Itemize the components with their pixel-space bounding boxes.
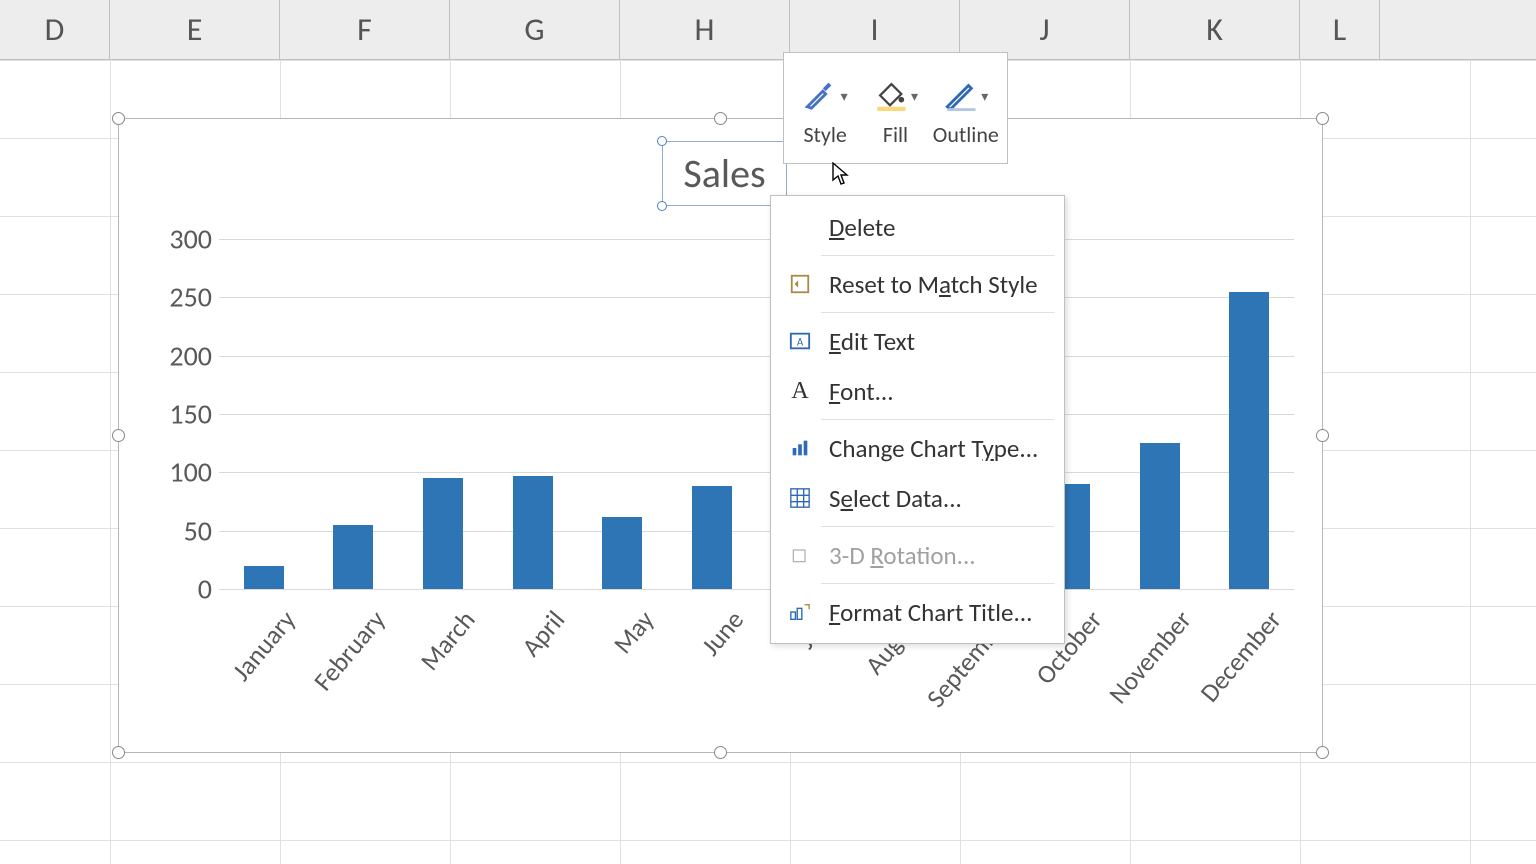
cube-icon — [785, 540, 815, 570]
style-label: Style — [803, 121, 846, 148]
column-header[interactable]: E — [110, 0, 280, 59]
chart-gridline — [219, 589, 1294, 590]
resize-handle[interactable] — [714, 112, 727, 125]
x-tick-label: November — [1102, 604, 1198, 710]
resize-handle[interactable] — [112, 746, 125, 759]
chevron-down-icon: ▾ — [841, 88, 848, 105]
column-header[interactable]: K — [1130, 0, 1300, 59]
pen-icon — [943, 77, 977, 117]
chart-bar[interactable] — [423, 478, 463, 589]
chart-title-context-menu: Delete Reset to Match Style A Edit Text … — [770, 195, 1065, 644]
y-tick-label: 100 — [132, 455, 212, 490]
font-a-icon: A — [785, 376, 815, 406]
chart-bar[interactable] — [1229, 292, 1269, 590]
outline-button[interactable]: ▾ Outline — [936, 73, 996, 148]
y-tick-label: 250 — [132, 280, 212, 315]
chart-gridline — [219, 472, 1294, 473]
text-box-icon: A — [785, 326, 815, 356]
chart-type-icon — [785, 433, 815, 463]
style-button[interactable]: ▾ Style — [795, 73, 855, 148]
chevron-down-icon: ▾ — [981, 88, 988, 105]
x-tick-label: January — [225, 604, 302, 687]
blank-icon — [785, 212, 815, 242]
x-axis-labels: JanuaryFebruaryMarchAprilMayJuneJulyAugu… — [219, 599, 1294, 719]
change-chart-type-menuitem[interactable]: Change Chart Type... — [771, 423, 1064, 473]
reset-match-style-menuitem[interactable]: Reset to Match Style — [771, 259, 1064, 309]
title-resize-handle[interactable] — [657, 136, 667, 146]
chart-bar[interactable] — [602, 517, 642, 589]
chart-bar[interactable] — [333, 525, 373, 589]
chart-bar[interactable] — [1140, 443, 1180, 589]
chart-title-text: Sales — [683, 149, 765, 198]
menu-separator — [821, 526, 1054, 527]
column-header[interactable]: H — [620, 0, 790, 59]
y-tick-label: 150 — [132, 397, 212, 432]
format-chart-title-menuitem[interactable]: Format Chart Title... — [771, 587, 1064, 637]
menu-separator — [821, 583, 1054, 584]
column-header[interactable]: D — [0, 0, 110, 59]
spreadsheet-column-headers: D E F G H I J K L — [0, 0, 1536, 60]
chart-gridline — [219, 414, 1294, 415]
fill-label: Fill — [883, 121, 908, 148]
chart-bar[interactable] — [513, 476, 553, 589]
column-header[interactable]: G — [450, 0, 620, 59]
resize-handle[interactable] — [714, 746, 727, 759]
chart-gridline — [219, 531, 1294, 532]
x-tick-label: May — [607, 604, 661, 660]
x-tick-label: March — [413, 604, 481, 677]
chevron-down-icon: ▾ — [911, 88, 918, 105]
resize-handle[interactable] — [1316, 112, 1329, 125]
menu-separator — [821, 255, 1054, 256]
format-icon — [785, 597, 815, 627]
outline-label: Outline — [933, 121, 999, 148]
menu-separator — [821, 312, 1054, 313]
column-header[interactable]: J — [960, 0, 1130, 59]
delete-menuitem[interactable]: Delete — [771, 202, 1064, 252]
chart-plot-area[interactable]: 050100150200250300 — [219, 239, 1294, 589]
chart-gridline — [219, 356, 1294, 357]
column-header[interactable]: F — [280, 0, 450, 59]
x-tick-label: February — [307, 604, 392, 697]
y-tick-label: 300 — [132, 222, 212, 257]
title-resize-handle[interactable] — [657, 201, 667, 211]
reset-icon — [785, 269, 815, 299]
column-header[interactable]: I — [790, 0, 960, 59]
mini-format-toolbar: ▾ Style ▾ Fill ▾ Outline — [783, 52, 1008, 164]
svg-text:A: A — [797, 336, 804, 349]
chart-title[interactable]: Sales — [662, 141, 787, 206]
select-data-icon — [785, 483, 815, 513]
resize-handle[interactable] — [112, 429, 125, 442]
x-tick-label: December — [1193, 604, 1288, 708]
font-menuitem[interactable]: A Font... — [771, 366, 1064, 416]
resize-handle[interactable] — [1316, 429, 1329, 442]
x-tick-label: April — [515, 604, 571, 663]
select-data-menuitem[interactable]: Select Data... — [771, 473, 1064, 523]
paintbrush-icon — [803, 77, 837, 117]
y-tick-label: 0 — [132, 572, 212, 607]
x-tick-label: June — [695, 604, 751, 662]
resize-handle[interactable] — [112, 112, 125, 125]
chart-bar[interactable] — [692, 486, 732, 589]
fill-button[interactable]: ▾ Fill — [865, 73, 925, 148]
chart-gridline — [219, 239, 1294, 240]
y-tick-label: 200 — [132, 338, 212, 373]
resize-handle[interactable] — [1316, 746, 1329, 759]
3d-rotation-menuitem: 3-D Rotation... — [771, 530, 1064, 580]
chart-bar[interactable] — [244, 566, 284, 589]
menu-separator — [821, 419, 1054, 420]
chart-object[interactable]: Sales 050100150200250300 JanuaryFebruary… — [118, 118, 1323, 753]
edit-text-menuitem[interactable]: A Edit Text — [771, 316, 1064, 366]
paint-bucket-icon — [873, 77, 907, 117]
column-header[interactable]: L — [1300, 0, 1380, 59]
chart-gridline — [219, 297, 1294, 298]
y-tick-label: 50 — [132, 513, 212, 548]
